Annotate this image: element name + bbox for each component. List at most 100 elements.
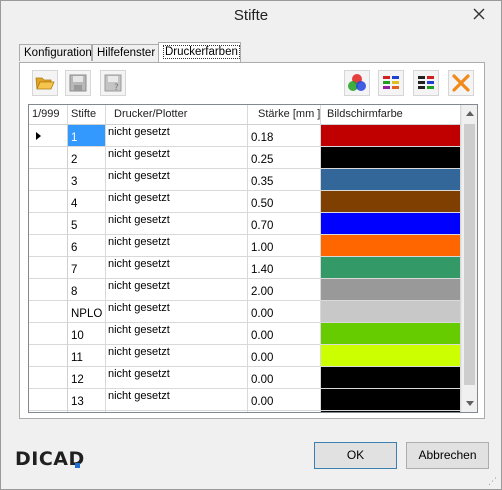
device-cell[interactable]: nicht gesetzt bbox=[106, 169, 248, 191]
row-selector[interactable] bbox=[29, 279, 68, 301]
width-cell[interactable]: 0.00 bbox=[248, 367, 321, 389]
scroll-down-button[interactable] bbox=[462, 395, 477, 412]
row-selector[interactable] bbox=[29, 191, 68, 213]
table-row[interactable]: 1 nicht gesetzt 0.18 bbox=[29, 125, 461, 147]
scrollbar-thumb[interactable] bbox=[464, 124, 475, 385]
device-cell[interactable]: nicht gesetzt bbox=[106, 213, 248, 235]
row-selector[interactable] bbox=[29, 257, 68, 279]
width-cell[interactable]: 0.00 bbox=[248, 345, 321, 367]
row-selector[interactable] bbox=[29, 169, 68, 191]
pen-cell[interactable]: 6 bbox=[68, 235, 106, 257]
header-width[interactable]: Stärke [mm ] bbox=[248, 105, 321, 124]
pen-cell[interactable]: 11 bbox=[68, 345, 106, 367]
scroll-up-button[interactable] bbox=[462, 105, 477, 122]
color-cell[interactable] bbox=[321, 147, 461, 169]
table-row[interactable]: 8 nicht gesetzt 2.00 bbox=[29, 279, 461, 301]
row-selector[interactable] bbox=[29, 147, 68, 169]
color-cell[interactable] bbox=[321, 279, 461, 301]
table-row[interactable]: 12 nicht gesetzt 0.00 bbox=[29, 367, 461, 389]
width-cell[interactable] bbox=[248, 411, 321, 412]
device-cell[interactable]: nicht gesetzt bbox=[106, 279, 248, 301]
width-cell[interactable]: 0.00 bbox=[248, 301, 321, 323]
ok-button[interactable]: OK bbox=[314, 442, 397, 469]
color-cell[interactable] bbox=[321, 213, 461, 235]
width-cell[interactable]: 0.25 bbox=[248, 147, 321, 169]
pen-cell[interactable]: 7 bbox=[68, 257, 106, 279]
save-help-button[interactable]: ? bbox=[100, 70, 126, 96]
device-cell[interactable]: nicht gesetzt bbox=[106, 389, 248, 411]
color-cell[interactable] bbox=[321, 191, 461, 213]
table-row[interactable]: 4 nicht gesetzt 0.50 bbox=[29, 191, 461, 213]
open-button[interactable] bbox=[32, 70, 58, 96]
device-cell[interactable]: nicht gesetzt bbox=[106, 411, 248, 412]
close-button[interactable] bbox=[465, 5, 493, 23]
pen-cell[interactable]: 1 bbox=[68, 125, 106, 147]
pen-cell[interactable]: NPLO bbox=[68, 301, 106, 323]
table-row[interactable]: 6 nicht gesetzt 1.00 bbox=[29, 235, 461, 257]
tab-konfiguration[interactable]: Konfiguration bbox=[19, 44, 92, 61]
pen-cell[interactable]: 13 bbox=[68, 389, 106, 411]
save-button[interactable] bbox=[65, 70, 91, 96]
width-cell[interactable]: 2.00 bbox=[248, 279, 321, 301]
color-mix-button[interactable] bbox=[344, 70, 370, 96]
cancel-button[interactable]: Abbrechen bbox=[406, 442, 489, 469]
pen-cell[interactable]: 12 bbox=[68, 367, 106, 389]
row-selector[interactable] bbox=[29, 323, 68, 345]
width-cell[interactable]: 0.50 bbox=[248, 191, 321, 213]
pen-cell[interactable] bbox=[68, 411, 106, 412]
device-cell[interactable]: nicht gesetzt bbox=[106, 367, 248, 389]
row-selector[interactable] bbox=[29, 213, 68, 235]
device-cell[interactable]: nicht gesetzt bbox=[106, 345, 248, 367]
header-pen[interactable]: Stifte bbox=[68, 105, 106, 124]
color-cell[interactable] bbox=[321, 301, 461, 323]
width-cell[interactable]: 0.00 bbox=[248, 323, 321, 345]
pen-cell[interactable]: 3 bbox=[68, 169, 106, 191]
color-table-button[interactable] bbox=[378, 70, 404, 96]
table-row[interactable]: 7 nicht gesetzt 1.40 bbox=[29, 257, 461, 279]
color-cell[interactable] bbox=[321, 235, 461, 257]
pen-cell[interactable]: 8 bbox=[68, 279, 106, 301]
table-row[interactable]: 5 nicht gesetzt 0.70 bbox=[29, 213, 461, 235]
table-row[interactable]: nicht gesetzt bbox=[29, 411, 461, 412]
table-row[interactable]: 3 nicht gesetzt 0.35 bbox=[29, 169, 461, 191]
row-selector[interactable] bbox=[29, 411, 68, 412]
color-cell[interactable] bbox=[321, 345, 461, 367]
pen-cell[interactable]: 2 bbox=[68, 147, 106, 169]
width-cell[interactable]: 1.00 bbox=[248, 235, 321, 257]
device-cell[interactable]: nicht gesetzt bbox=[106, 125, 248, 147]
row-selector[interactable] bbox=[29, 235, 68, 257]
header-device[interactable]: Drucker/Plotter bbox=[106, 105, 248, 124]
table-row[interactable]: 11 nicht gesetzt 0.00 bbox=[29, 345, 461, 367]
row-selector[interactable] bbox=[29, 367, 68, 389]
table-row[interactable]: 10 nicht gesetzt 0.00 bbox=[29, 323, 461, 345]
resize-grip-icon[interactable]: ⋰ bbox=[488, 476, 498, 486]
table-row[interactable]: 2 nicht gesetzt 0.25 bbox=[29, 147, 461, 169]
color-cell[interactable] bbox=[321, 389, 461, 411]
vertical-scrollbar[interactable] bbox=[461, 105, 477, 412]
delete-button[interactable] bbox=[448, 70, 474, 96]
width-cell[interactable]: 0.18 bbox=[248, 125, 321, 147]
device-cell[interactable]: nicht gesetzt bbox=[106, 147, 248, 169]
device-cell[interactable]: nicht gesetzt bbox=[106, 257, 248, 279]
color-cell[interactable] bbox=[321, 257, 461, 279]
width-cell[interactable]: 1.40 bbox=[248, 257, 321, 279]
pen-cell[interactable]: 5 bbox=[68, 213, 106, 235]
color-cell[interactable] bbox=[321, 323, 461, 345]
device-cell[interactable]: nicht gesetzt bbox=[106, 235, 248, 257]
color-cell[interactable] bbox=[321, 125, 461, 147]
width-cell[interactable]: 0.00 bbox=[248, 389, 321, 411]
row-selector[interactable] bbox=[29, 389, 68, 411]
device-cell[interactable]: nicht gesetzt bbox=[106, 301, 248, 323]
header-color[interactable]: Bildschirmfarbe bbox=[321, 105, 461, 124]
row-selector[interactable] bbox=[29, 125, 68, 147]
table-row[interactable]: NPLO nicht gesetzt 0.00 bbox=[29, 301, 461, 323]
pen-cell[interactable]: 4 bbox=[68, 191, 106, 213]
color-cell[interactable] bbox=[321, 169, 461, 191]
color-cell[interactable] bbox=[321, 411, 461, 412]
pen-cell[interactable]: 10 bbox=[68, 323, 106, 345]
width-cell[interactable]: 0.35 bbox=[248, 169, 321, 191]
device-cell[interactable]: nicht gesetzt bbox=[106, 191, 248, 213]
row-selector[interactable] bbox=[29, 345, 68, 367]
color-cell[interactable] bbox=[321, 367, 461, 389]
row-selector[interactable] bbox=[29, 301, 68, 323]
